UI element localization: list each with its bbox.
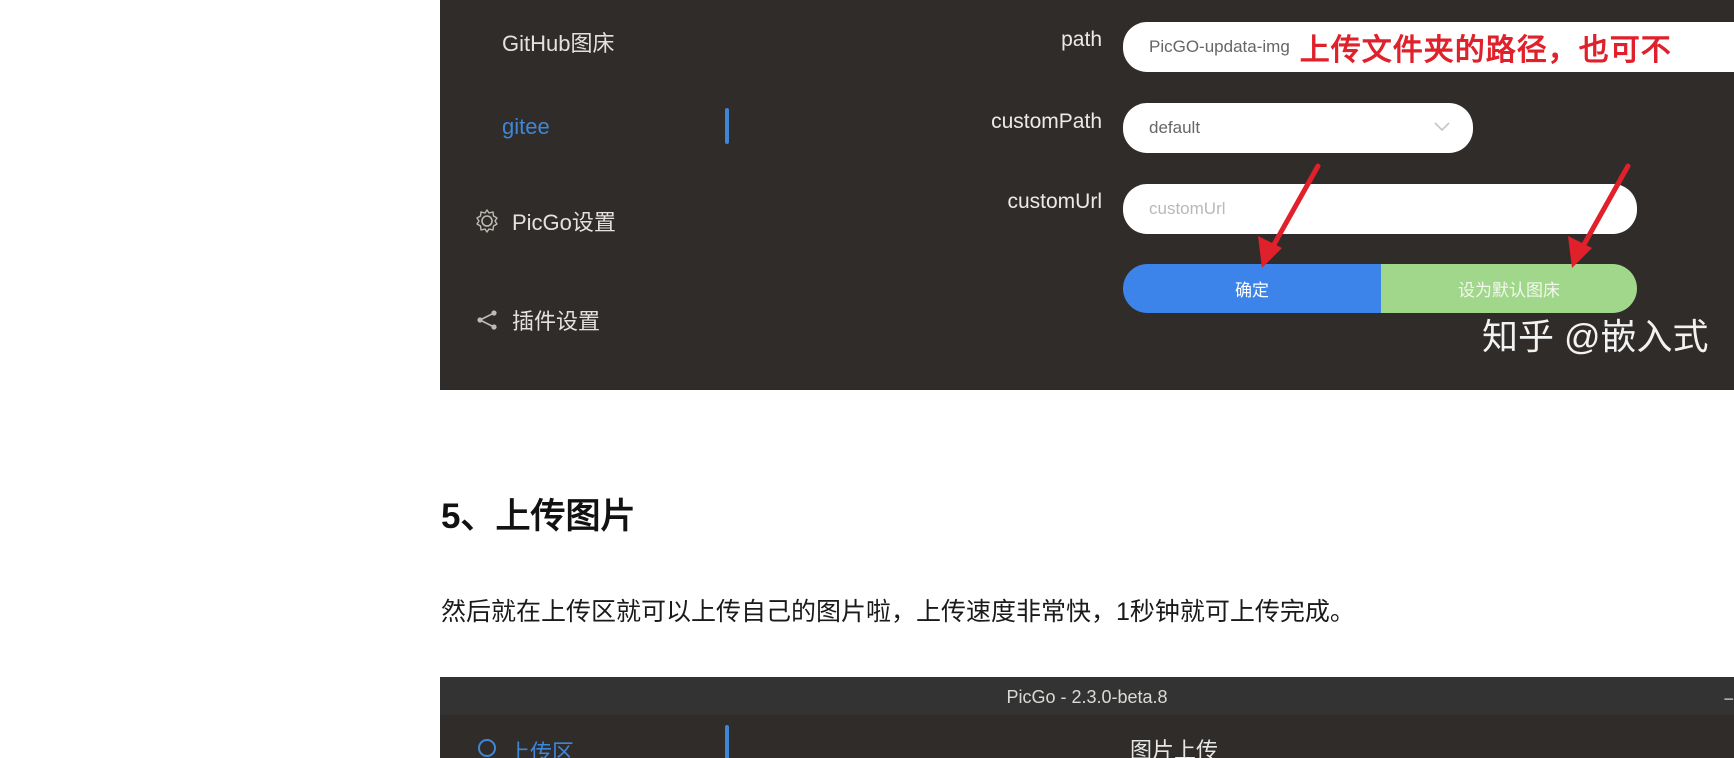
upload-heading: 图片上传 bbox=[1130, 738, 1219, 758]
title-bar: PicGo - 2.3.0-beta.8 − bbox=[440, 677, 1734, 715]
upload-icon bbox=[476, 737, 498, 758]
section-heading: 5、上传图片 bbox=[441, 497, 636, 536]
active-indicator bbox=[725, 725, 729, 758]
sidebar-item-upload[interactable]: 上传区 bbox=[476, 735, 574, 758]
picgo-settings-screenshot: GitHub图床 gitee PicGo设置 插件设置 path PicGO-u… bbox=[440, 0, 1734, 390]
red-arrow-left bbox=[1258, 163, 1321, 268]
window-title: PicGo - 2.3.0-beta.8 bbox=[1006, 687, 1168, 707]
article-paragraph: 然后就在上传区就可以上传自己的图片啦，上传速度非常快，1秒钟就可上传完成。 bbox=[441, 598, 1355, 626]
picgo-window-screenshot: PicGo - 2.3.0-beta.8 − 上传区 图片上传 bbox=[440, 677, 1734, 758]
minimize-button[interactable]: − bbox=[1723, 689, 1734, 710]
red-arrow-right bbox=[1568, 163, 1631, 268]
zhihu-watermark: 知乎 @嵌入式 bbox=[1482, 316, 1709, 357]
sidebar-item-label: 上传区 bbox=[508, 740, 575, 758]
